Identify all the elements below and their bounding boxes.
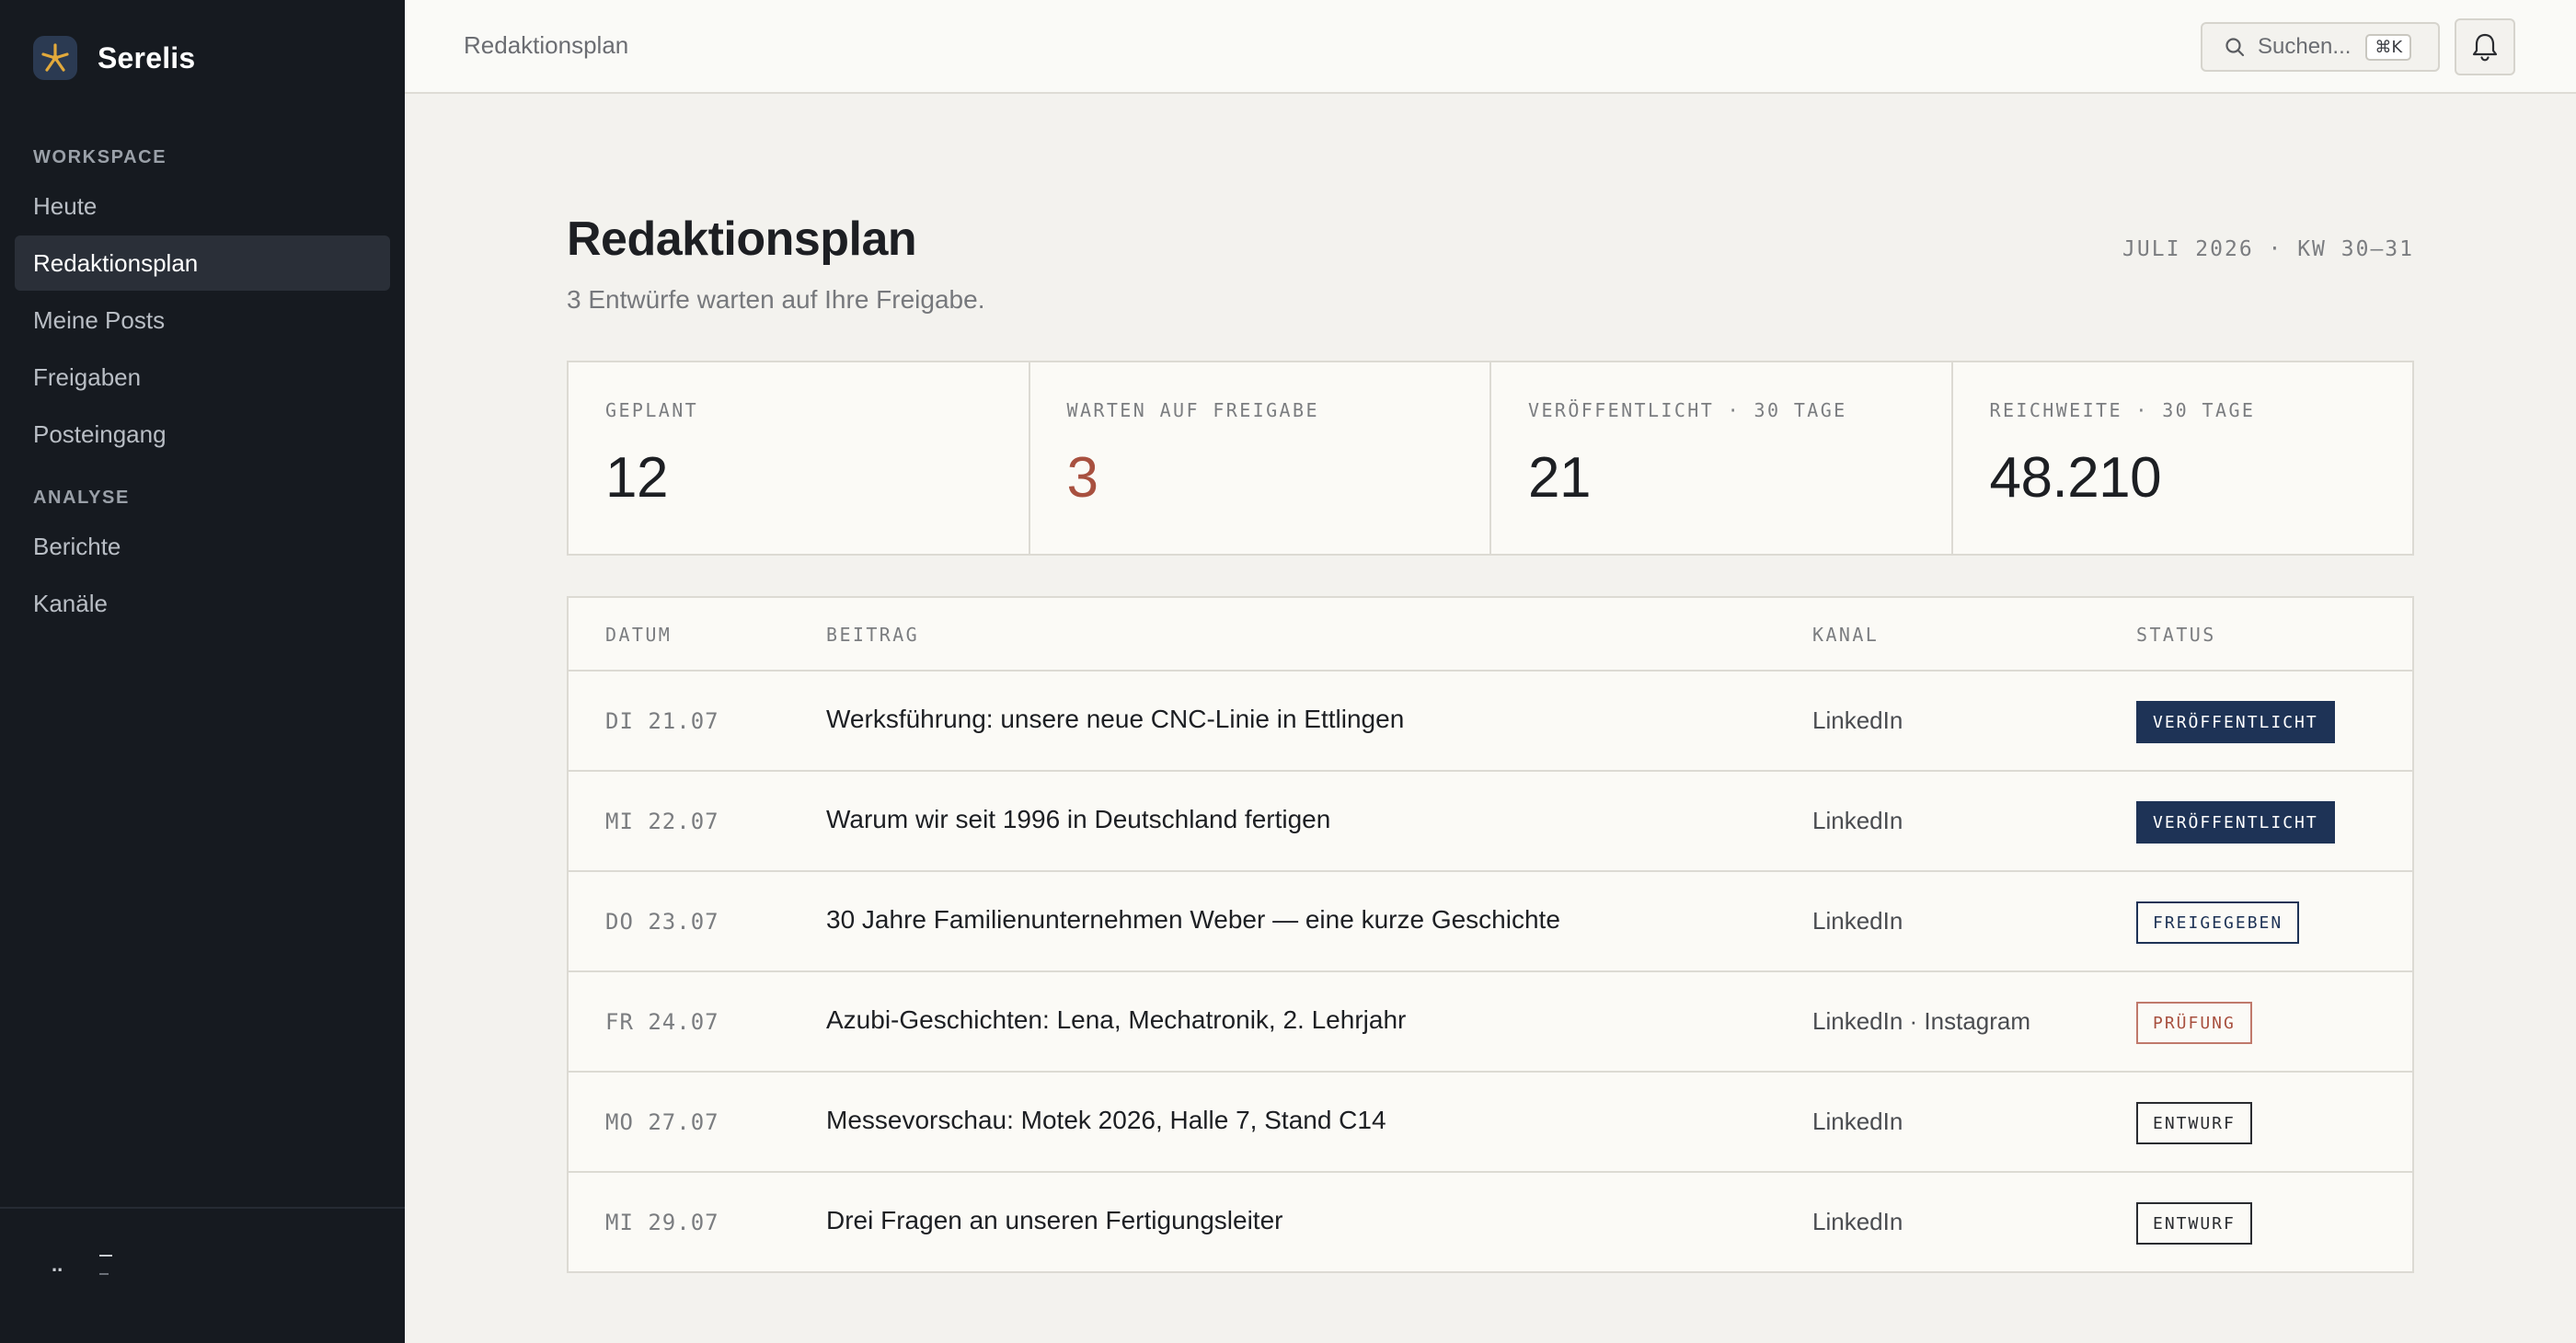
row-title[interactable]: Messevorschau: Motek 2026, Halle 7, Stan… [826,1106,1386,1135]
row-date: FR 24.07 [605,1009,719,1035]
stat-value: 21 [1528,446,1591,510]
sidebar-item-label: Redaktionsplan [33,248,199,277]
status-badge: VERÖFFENTLICHT [2136,801,2335,844]
stat-card-reichweite: REICHWEITE · 30 TAGE 48.210 [1953,362,2413,554]
search-input[interactable]: Suchen... ⌘K [2201,22,2440,72]
stat-value: 12 [605,446,668,510]
row-channel: LinkedIn [1812,907,1903,935]
stat-card-veroeffentlicht: VERÖFFENTLICHT · 30 TAGE 21 [1491,362,1953,554]
sidebar-item-label: Berichte [33,532,121,560]
page-title: Redaktionsplan [567,212,917,266]
stat-label: WARTEN AUF FREIGABE [1066,399,1319,421]
notifications-button[interactable] [2455,18,2515,75]
nav-section-workspace: WORKSPACE [33,147,167,167]
row-date: MI 22.07 [605,809,719,834]
bell-icon [2472,33,2498,62]
row-title[interactable]: 30 Jahre Familienunternehmen Weber — ein… [826,905,1560,935]
row-title[interactable]: Azubi-Geschichten: Lena, Mechatronik, 2.… [826,1005,1406,1035]
status-badge: ENTWURF [2136,1102,2252,1144]
period-label: JULI 2026 · KW 30–31 [2122,237,2414,261]
table-row[interactable]: DI 21.07 Werksführung: unsere neue CNC-L… [569,672,2412,772]
stat-value: 3 [1066,446,1098,510]
row-title[interactable]: Warum wir seit 1996 in Deutschland ferti… [826,805,1330,834]
row-date: MO 27.07 [605,1109,719,1135]
sidebar-item-heute[interactable]: Heute [15,178,390,234]
stat-card-warten-auf-freigabe: WARTEN AUF FREIGABE 3 [1030,362,1491,554]
status-badge: PRÜFUNG [2136,1002,2252,1044]
sidebar-item-meine-posts[interactable]: Meine Posts [15,293,390,348]
table-row[interactable]: MI 29.07 Drei Fragen an unseren Fertigun… [569,1173,2412,1273]
sidebar-item-kanaele[interactable]: Kanäle [15,576,390,631]
status-badge: ENTWURF [2136,1202,2252,1245]
stat-label: REICHWEITE · 30 TAGE [1989,399,2256,421]
row-channel: LinkedIn [1812,706,1903,734]
row-channel: LinkedIn · Instagram [1812,1007,2031,1035]
page-subtitle: 3 Entwürfe warten auf Ihre Freigabe. [567,285,985,314]
row-date: DO 23.07 [605,909,719,935]
sidebar: Serelis WORKSPACE Heute Redaktionsplan M… [0,0,405,1343]
stat-value: 48.210 [1989,446,2162,510]
sidebar-item-label: Freigaben [33,362,142,391]
column-header-beitrag[interactable]: BEITRAG [826,624,919,646]
user-role [99,1273,109,1275]
brand-logo-icon [33,36,77,80]
row-title[interactable]: Drei Fragen an unseren Fertigungsleiter [826,1206,1282,1235]
table-row[interactable]: MO 27.07 Messevorschau: Motek 2026, Hall… [569,1073,2412,1173]
breadcrumb[interactable]: Redaktionsplan [464,31,628,60]
posts-table: DATUM BEITRAG KANAL STATUS DI 21.07 Werk… [567,596,2414,1273]
brand-name: Serelis [98,40,196,75]
search-placeholder: Suchen... [2258,34,2352,59]
search-icon [2225,38,2245,57]
column-header-kanal[interactable]: KANAL [1812,624,1879,646]
column-header-status[interactable]: STATUS [2136,624,2216,646]
sidebar-divider [0,1207,405,1209]
nav-section-analyse: ANALYSE [33,488,130,508]
avatar: .. [52,1253,63,1276]
table-header: DATUM BEITRAG KANAL STATUS [569,598,2412,672]
stat-card-geplant: GEPLANT 12 [569,362,1030,554]
table-row[interactable]: MI 22.07 Warum wir seit 1996 in Deutschl… [569,772,2412,872]
topbar: Redaktionsplan Suchen... ⌘K [405,0,2576,94]
sidebar-item-label: Heute [33,191,98,220]
brand[interactable]: Serelis [33,35,195,81]
row-date: DI 21.07 [605,708,719,734]
stats-panel: GEPLANT 12 WARTEN AUF FREIGABE 3 VERÖFFE… [567,361,2414,556]
sidebar-item-redaktionsplan[interactable]: Redaktionsplan [15,235,390,291]
status-badge: FREIGEGEBEN [2136,901,2300,944]
row-channel: LinkedIn [1812,807,1903,834]
sidebar-item-freigaben[interactable]: Freigaben [15,350,390,405]
row-title[interactable]: Werksführung: unsere neue CNC-Linie in E… [826,705,1404,734]
sidebar-item-label: Meine Posts [33,305,166,334]
sidebar-item-posteingang[interactable]: Posteingang [15,407,390,462]
user-info [99,1255,113,1275]
table-row[interactable]: DO 23.07 30 Jahre Familienunternehmen We… [569,872,2412,972]
stat-label: GEPLANT [605,399,699,421]
row-channel: LinkedIn [1812,1108,1903,1135]
stat-label: VERÖFFENTLICHT · 30 TAGE [1528,399,1847,421]
search-shortcut: ⌘K [2365,33,2412,61]
sidebar-item-label: Posteingang [33,419,167,448]
row-date: MI 29.07 [605,1210,719,1235]
user-profile[interactable]: .. [52,1253,113,1276]
row-channel: LinkedIn [1812,1208,1903,1235]
sidebar-item-berichte[interactable]: Berichte [15,519,390,574]
table-row[interactable]: FR 24.07 Azubi-Geschichten: Lena, Mechat… [569,972,2412,1073]
user-name [99,1255,113,1257]
status-badge: VERÖFFENTLICHT [2136,701,2335,743]
sidebar-item-label: Kanäle [33,589,108,617]
column-header-datum[interactable]: DATUM [605,624,672,646]
